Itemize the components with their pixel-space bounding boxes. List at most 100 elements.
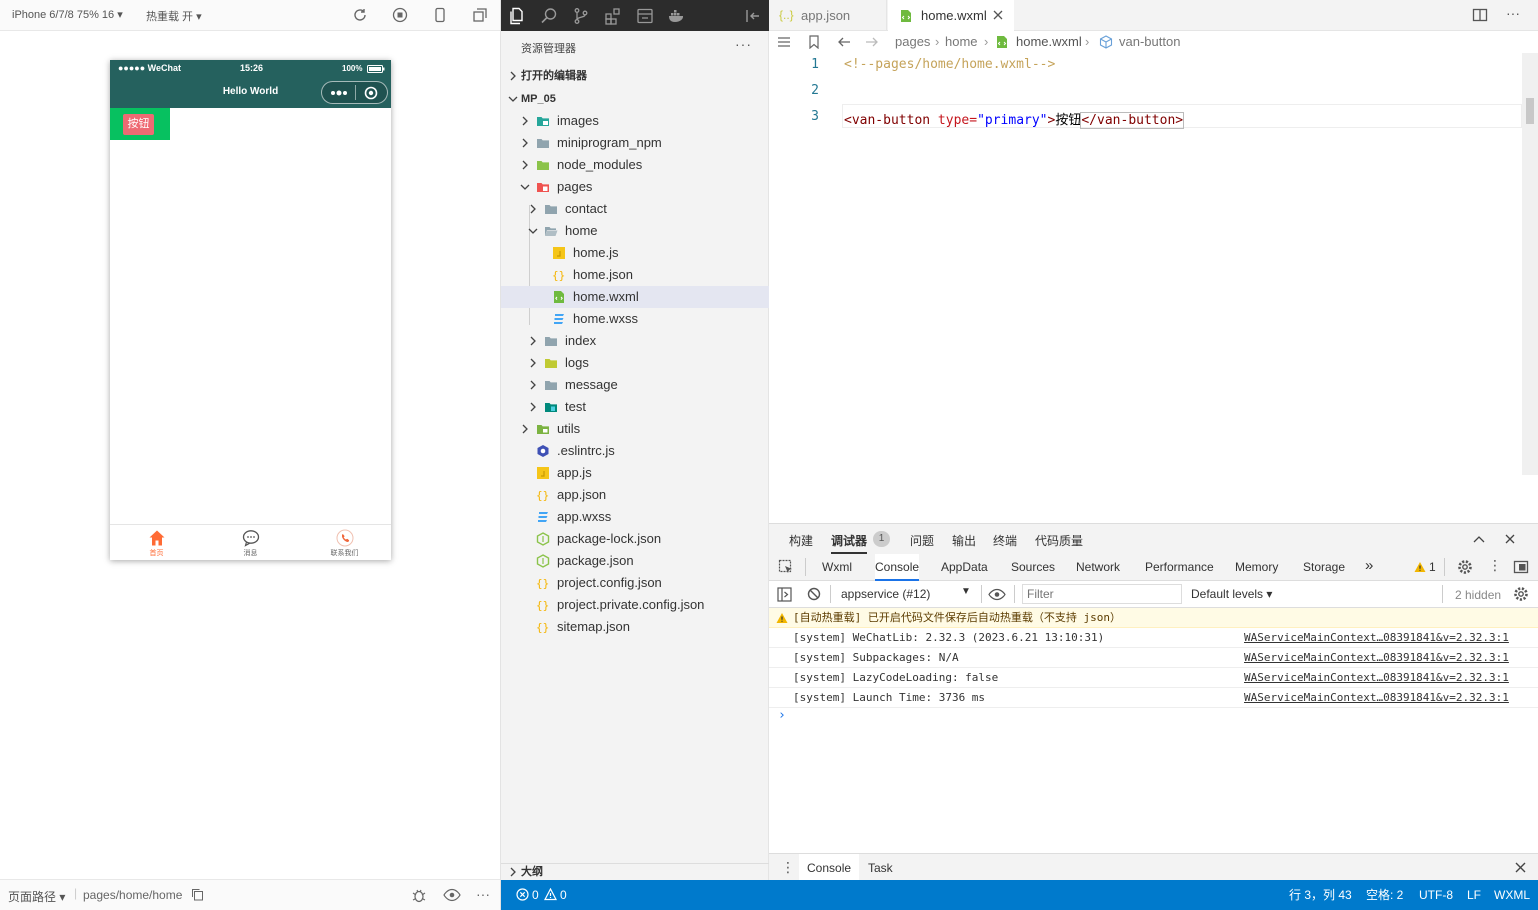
close-miniprogram-icon[interactable] [364,86,378,100]
back-arrow-icon[interactable] [837,35,851,49]
phone-icon[interactable] [432,7,448,23]
drawer-menu-icon[interactable]: ⋮ [781,859,795,876]
breadcrumb-file[interactable]: home.wxml [1016,31,1082,53]
tab-app-json[interactable]: {..} app.json [769,0,887,31]
log-source-link[interactable]: WAServiceMainContext…08391841&v=2.32.3:1 [1244,668,1509,688]
extensions-icon[interactable] [604,7,622,25]
eye-icon[interactable] [443,888,461,902]
file-item[interactable]: home.wxml [501,286,769,308]
console-prompt[interactable]: › [778,708,786,723]
folder-item[interactable]: contact [501,198,769,220]
file-item[interactable]: {} project.private.config.json [501,594,769,616]
tab-problems[interactable]: 问题 [910,532,934,549]
folder-item[interactable]: pages [501,176,769,198]
tab-message[interactable]: 消息 [204,525,297,561]
file-item[interactable]: package-lock.json [501,528,769,550]
close-drawer-icon[interactable] [1515,862,1526,873]
tab-memory[interactable]: Memory [1235,560,1278,574]
more-icon[interactable]: ··· [476,886,490,902]
tab-output[interactable]: 输出 [952,532,976,549]
tab-sources[interactable]: Sources [1011,560,1055,574]
tab-code-quality[interactable]: 代码质量 [1035,532,1083,549]
editor-scrollbar[interactable] [1522,53,1538,475]
breadcrumb-element[interactable]: van-button [1119,31,1180,53]
language-mode[interactable]: WXML [1494,880,1530,910]
file-item[interactable]: .eslintrc.js [501,440,769,462]
end-of-line[interactable]: LF [1467,880,1481,910]
close-tab-icon[interactable] [993,10,1003,20]
compile-refresh-icon[interactable] [352,7,368,23]
folder-item[interactable]: home [501,220,769,242]
folder-item[interactable]: miniprogram_npm [501,132,769,154]
file-item[interactable]: {} sitemap.json [501,616,769,638]
search-icon[interactable] [540,7,558,25]
folder-item[interactable]: images [501,110,769,132]
split-editor-icon[interactable] [1472,7,1488,23]
bug-icon[interactable] [411,887,427,903]
live-expression-eye-icon[interactable] [988,588,1006,601]
tab-appdata[interactable]: AppData [941,560,988,574]
log-source-link[interactable]: WAServiceMainContext…08391841&v=2.32.3:1 [1244,688,1509,708]
tab-home-wxml[interactable]: home.wxml [888,0,1014,31]
file-item[interactable]: home.wxss [501,308,769,330]
drawer-tab-task[interactable]: Task [868,861,893,875]
docker-icon[interactable] [668,7,686,25]
folder-item[interactable]: node_modules [501,154,769,176]
forward-arrow-icon[interactable] [865,35,879,49]
tab-build[interactable]: 构建 [789,532,813,549]
console-filter-input[interactable] [1022,584,1182,604]
tab-console[interactable]: Console [875,554,920,581]
tab-performance[interactable]: Performance [1145,560,1214,574]
storage-icon[interactable] [636,7,654,25]
file-item[interactable]: app.js [501,462,769,484]
warning-count[interactable]: 1 [1429,560,1436,574]
clear-console-icon[interactable] [807,587,821,601]
tab-home[interactable]: 首页 [110,525,203,561]
device-select[interactable]: iPhone 6/7/8 75% 16 ▾ [12,8,123,21]
explorer-files-icon[interactable] [508,7,526,25]
file-item[interactable]: app.wxss [501,506,769,528]
explorer-more-icon[interactable]: ··· [735,36,752,52]
tab-debugger[interactable]: 调试器 [831,532,868,554]
tab-storage[interactable]: Storage [1303,560,1345,574]
warning-outline-icon[interactable] [544,888,557,901]
tab-wxml[interactable]: Wxml [822,560,852,574]
project-section[interactable]: MP_05 [501,88,769,110]
folder-item[interactable]: test [501,396,769,418]
close-panel-icon[interactable] [1505,534,1515,544]
console-settings-gear-icon[interactable] [1513,586,1529,602]
sidebar-toggle-icon[interactable] [777,587,792,602]
hot-reload-toggle[interactable]: 热重载 开 ▾ [146,8,202,24]
toggle-sidebar-icon[interactable] [744,7,762,25]
folder-item[interactable]: logs [501,352,769,374]
log-levels-select[interactable]: Default levels ▾ [1191,587,1272,601]
van-button-primary[interactable]: 按钮 [123,114,154,135]
encoding[interactable]: UTF-8 [1419,880,1453,910]
open-editors-section[interactable]: 打开的编辑器 [501,65,769,87]
kebab-menu-icon[interactable]: ⋮ [1488,557,1502,574]
source-control-icon[interactable] [572,7,590,25]
chevron-up-icon[interactable] [1473,534,1485,544]
record-stop-icon[interactable] [392,7,408,23]
breadcrumb-home[interactable]: home [945,31,978,53]
log-source-link[interactable]: WAServiceMainContext…08391841&v=2.32.3:1 [1244,648,1509,668]
folder-item[interactable]: index [501,330,769,352]
tab-network[interactable]: Network [1076,560,1120,574]
cursor-position[interactable]: 行 3，列 43 [1289,880,1352,910]
copy-icon[interactable] [191,888,204,901]
warning-count[interactable]: 0 [560,880,567,910]
bookmark-icon[interactable] [808,35,820,49]
error-count[interactable]: 0 [532,880,539,910]
inspect-element-icon[interactable] [778,559,794,575]
more-tabs-icon[interactable]: » [1365,557,1373,574]
settings-gear-icon[interactable] [1457,559,1473,575]
detach-window-icon[interactable] [472,7,488,23]
folder-item[interactable]: utils [501,418,769,440]
folder-item[interactable]: message [501,374,769,396]
file-item[interactable]: home.js [501,242,769,264]
file-item[interactable]: {} app.json [501,484,769,506]
editor-more-icon[interactable]: ··· [1506,5,1520,21]
tab-contact[interactable]: 联系我们 [298,525,391,561]
indentation[interactable]: 空格: 2 [1366,880,1403,910]
breadcrumb-pages[interactable]: pages [895,31,930,53]
